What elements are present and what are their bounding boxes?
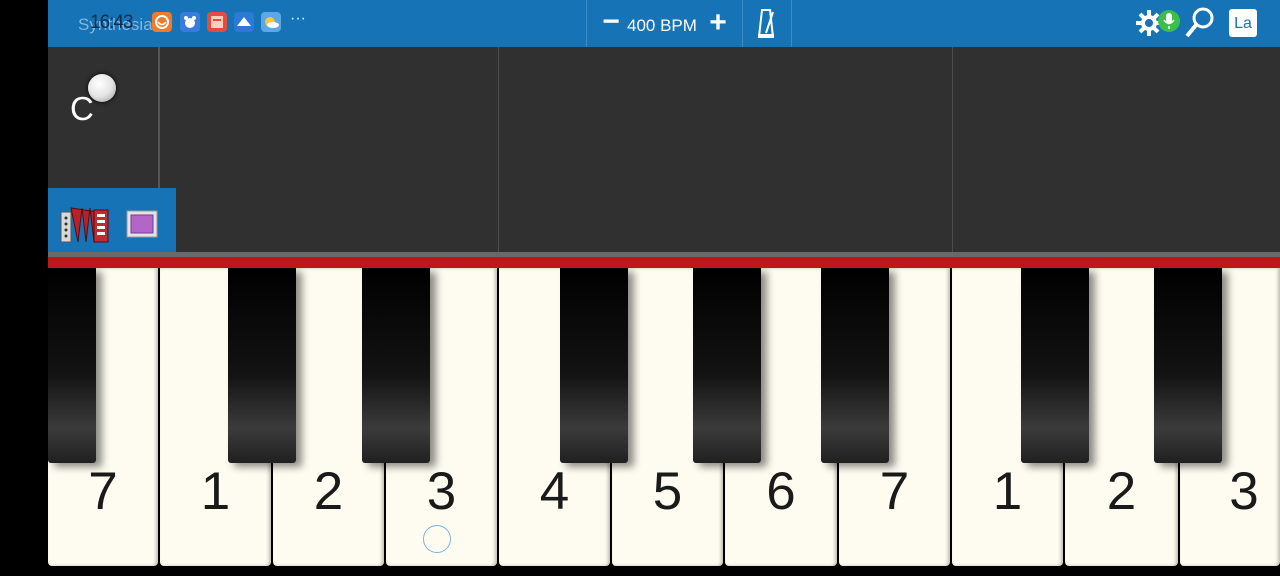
key-number: 3 [426, 462, 457, 521]
microphone-icon[interactable] [1158, 9, 1180, 35]
key-number: 2 [313, 462, 344, 521]
keyboard-rail [48, 257, 1280, 268]
key-number: 4 [539, 462, 570, 521]
key-number: 3 [1229, 462, 1259, 521]
black-key[interactable] [821, 268, 889, 463]
tempo-control: − 400 BPM + [586, 0, 743, 47]
accordion-icon[interactable] [60, 202, 110, 246]
touch-indicator [423, 525, 451, 553]
color-swatch-icon[interactable] [126, 210, 158, 238]
label-toggle-button[interactable]: La [1229, 9, 1257, 37]
notification-app-2-icon [180, 12, 200, 32]
black-key[interactable] [1154, 268, 1222, 463]
track-divider-line [952, 47, 953, 253]
metronome-icon [757, 9, 775, 38]
tempo-value: 400 BPM [627, 16, 697, 35]
black-key[interactable] [560, 268, 628, 463]
piano-keyboard[interactable]: 7 1 2 3 4 5 6 7 1 2 3 [48, 268, 1280, 566]
metronome-button[interactable] [741, 0, 792, 47]
black-key[interactable] [362, 268, 430, 463]
search-icon[interactable] [1184, 6, 1216, 40]
black-key[interactable] [693, 268, 761, 463]
instrument-panel [48, 188, 176, 258]
key-number: 5 [652, 462, 683, 521]
key-number: 2 [1106, 462, 1137, 521]
bottom-strip [48, 566, 1280, 576]
tempo-decrease-button[interactable]: − [599, 7, 623, 37]
top-bar: Synthesia 16:43 ··· − 400 BPM + La [48, 0, 1280, 47]
notification-app-3-icon [207, 12, 227, 32]
notification-app-5-icon [261, 12, 281, 32]
key-number: 1 [992, 462, 1023, 521]
key-number: 7 [88, 462, 118, 521]
key-number: 1 [200, 462, 231, 521]
status-time: 16:43 [90, 12, 134, 33]
knob-icon[interactable] [88, 74, 116, 102]
black-key[interactable] [228, 268, 296, 463]
black-key[interactable] [1021, 268, 1089, 463]
track-area[interactable]: C [48, 47, 1280, 253]
app-window: Synthesia 16:43 ··· − 400 BPM + La C 7 1… [48, 0, 1280, 576]
more-icon: ··· [290, 10, 306, 27]
tempo-increase-button[interactable]: + [705, 8, 731, 38]
notification-app-1-icon [152, 12, 172, 32]
key-number: 6 [766, 462, 796, 521]
notification-app-4-icon [234, 12, 254, 32]
key-number: 7 [879, 462, 910, 521]
track-divider-line [498, 47, 499, 253]
black-key[interactable] [48, 268, 96, 463]
